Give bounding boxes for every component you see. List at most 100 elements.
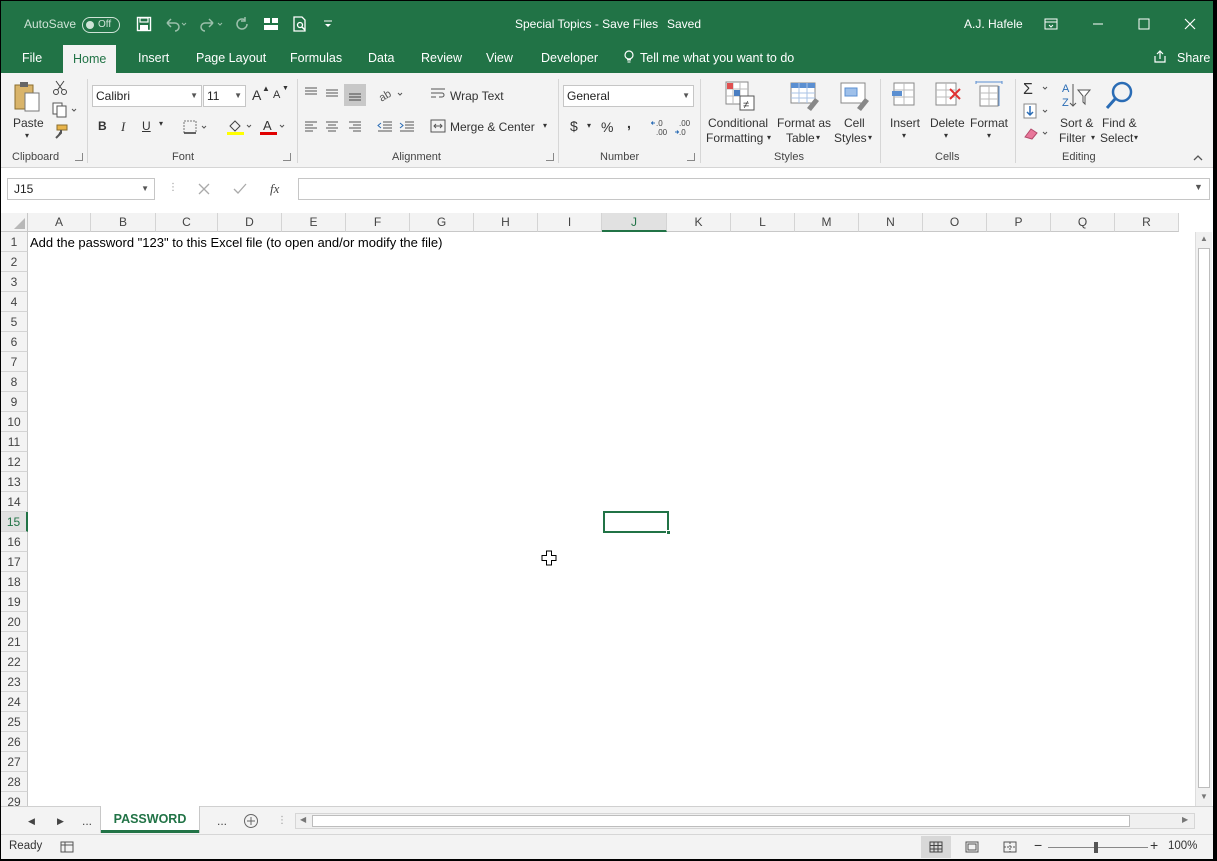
column-header-h[interactable]: H [474, 213, 538, 232]
increase-decimal-icon[interactable]: .0.00 [650, 117, 672, 137]
close-icon[interactable] [1179, 13, 1201, 35]
row-header-26[interactable]: 26 [1, 732, 28, 752]
tell-me-search[interactable]: Tell me what you want to do [640, 44, 794, 73]
row-header-28[interactable]: 28 [1, 772, 28, 792]
vertical-scrollbar[interactable]: ▲ ▼ [1195, 232, 1212, 806]
macro-record-icon[interactable] [59, 839, 75, 855]
grow-font-button[interactable]: A [252, 87, 261, 103]
font-color-icon[interactable]: A [258, 117, 288, 137]
add-sheet-icon[interactable] [242, 812, 260, 830]
find-select-icon[interactable] [1103, 79, 1137, 113]
row-header-12[interactable]: 12 [1, 452, 28, 472]
align-center-icon[interactable] [323, 118, 341, 134]
sheets-more-left[interactable]: ... [82, 811, 92, 831]
zoom-out-button[interactable]: − [1034, 837, 1042, 853]
format-as-table-label-2[interactable]: Table [786, 131, 815, 145]
underline-button[interactable]: U [142, 119, 151, 133]
wrap-text-button[interactable]: Wrap Text [450, 89, 504, 103]
fill-color-icon[interactable] [225, 117, 255, 137]
decrease-indent-icon[interactable] [375, 118, 395, 134]
percent-button[interactable]: % [601, 119, 613, 135]
splitter-icon[interactable]: ⋮ [277, 811, 287, 831]
chevron-down-icon[interactable]: ▾ [587, 121, 591, 130]
row-header-23[interactable]: 23 [1, 672, 28, 692]
format-cells-icon[interactable] [974, 79, 1004, 111]
insert-cells-button[interactable]: Insert [890, 116, 920, 130]
tab-developer[interactable]: Developer [541, 44, 598, 73]
row-header-2[interactable]: 2 [1, 252, 28, 272]
row-header-24[interactable]: 24 [1, 692, 28, 712]
format-cells-button[interactable]: Format [970, 116, 1008, 130]
row-header-1[interactable]: 1 [1, 232, 28, 252]
cell-styles-label-1[interactable]: Cell [844, 116, 865, 130]
shrink-font-button[interactable]: A [273, 89, 280, 101]
autosave-toggle[interactable]: Off [82, 17, 120, 33]
column-header-d[interactable]: D [218, 213, 282, 232]
align-left-icon[interactable] [302, 118, 320, 134]
chevron-down-icon[interactable]: ▾ [159, 119, 163, 128]
column-header-m[interactable]: M [795, 213, 859, 232]
row-header-27[interactable]: 27 [1, 752, 28, 772]
sheet-next-icon[interactable]: ▶ [57, 811, 64, 831]
page-layout-view-icon[interactable] [964, 839, 980, 855]
customize-qat-icon[interactable] [319, 13, 337, 35]
alignment-launcher[interactable] [546, 153, 554, 161]
fill-icon[interactable] [1021, 102, 1053, 120]
find-select-label-2[interactable]: Select [1100, 131, 1133, 145]
chevron-down-icon[interactable]: ▾ [902, 131, 906, 140]
row-header-21[interactable]: 21 [1, 632, 28, 652]
align-right-icon[interactable] [346, 118, 364, 134]
zoom-level[interactable]: 100% [1168, 840, 1197, 852]
tab-home[interactable]: Home [63, 45, 117, 73]
row-header-29[interactable]: 29 [1, 792, 28, 806]
font-name-dropdown[interactable]: Calibri ▼ [92, 85, 202, 107]
maximize-icon[interactable] [1133, 13, 1155, 35]
insert-cells-icon[interactable] [890, 79, 920, 111]
refresh-icon[interactable] [231, 13, 253, 35]
orientation-icon[interactable]: ab [376, 85, 406, 103]
column-header-q[interactable]: Q [1051, 213, 1115, 232]
zoom-slider-thumb[interactable] [1094, 842, 1098, 853]
paste-icon[interactable] [10, 79, 44, 115]
select-all-corner[interactable] [1, 213, 28, 232]
chevron-down-icon[interactable]: ▾ [868, 133, 872, 142]
font-launcher[interactable] [283, 153, 291, 161]
share-button[interactable]: Share [1177, 44, 1210, 73]
ribbon-display-icon[interactable] [1040, 13, 1062, 35]
borders-icon[interactable] [182, 118, 210, 136]
row-header-4[interactable]: 4 [1, 292, 28, 312]
minimize-icon[interactable] [1087, 13, 1109, 35]
cell-a1[interactable]: Add the password "123" to this Excel fil… [30, 233, 442, 253]
confirm-entry-icon[interactable] [230, 180, 250, 198]
tab-view[interactable]: View [486, 44, 513, 73]
layout-icon[interactable] [260, 13, 282, 35]
wrap-text-icon[interactable] [429, 86, 447, 102]
cell-styles-label-2[interactable]: Styles [834, 131, 867, 145]
chevron-down-icon[interactable]: ▾ [944, 131, 948, 140]
sheets-more-right[interactable]: ... [217, 811, 227, 831]
column-header-p[interactable]: P [987, 213, 1051, 232]
row-header-5[interactable]: 5 [1, 312, 28, 332]
cell-styles-icon[interactable] [838, 79, 872, 113]
tab-file[interactable]: File [22, 44, 42, 73]
column-header-e[interactable]: E [282, 213, 346, 232]
chevron-down-icon[interactable]: ▾ [1134, 133, 1138, 142]
comma-button[interactable]: , [627, 115, 631, 131]
row-header-14[interactable]: 14 [1, 492, 28, 512]
normal-view-icon[interactable] [921, 836, 951, 858]
delete-cells-button[interactable]: Delete [930, 116, 965, 130]
merge-center-icon[interactable] [429, 118, 447, 134]
chevron-down-icon[interactable]: ▾ [767, 133, 771, 142]
chevron-down-icon[interactable]: ▾ [1091, 133, 1095, 142]
autosum-icon[interactable]: Σ [1021, 79, 1053, 97]
save-icon[interactable] [133, 13, 155, 35]
align-top-icon[interactable] [302, 85, 320, 101]
row-header-9[interactable]: 9 [1, 392, 28, 412]
row-header-15[interactable]: 15 [1, 512, 28, 532]
row-header-10[interactable]: 10 [1, 412, 28, 432]
column-header-n[interactable]: N [859, 213, 923, 232]
page-break-view-icon[interactable] [1002, 839, 1018, 855]
horizontal-scroll-thumb[interactable] [312, 815, 1130, 827]
column-header-j[interactable]: J [602, 213, 667, 232]
user-name[interactable]: A.J. Hafele [964, 17, 1023, 31]
